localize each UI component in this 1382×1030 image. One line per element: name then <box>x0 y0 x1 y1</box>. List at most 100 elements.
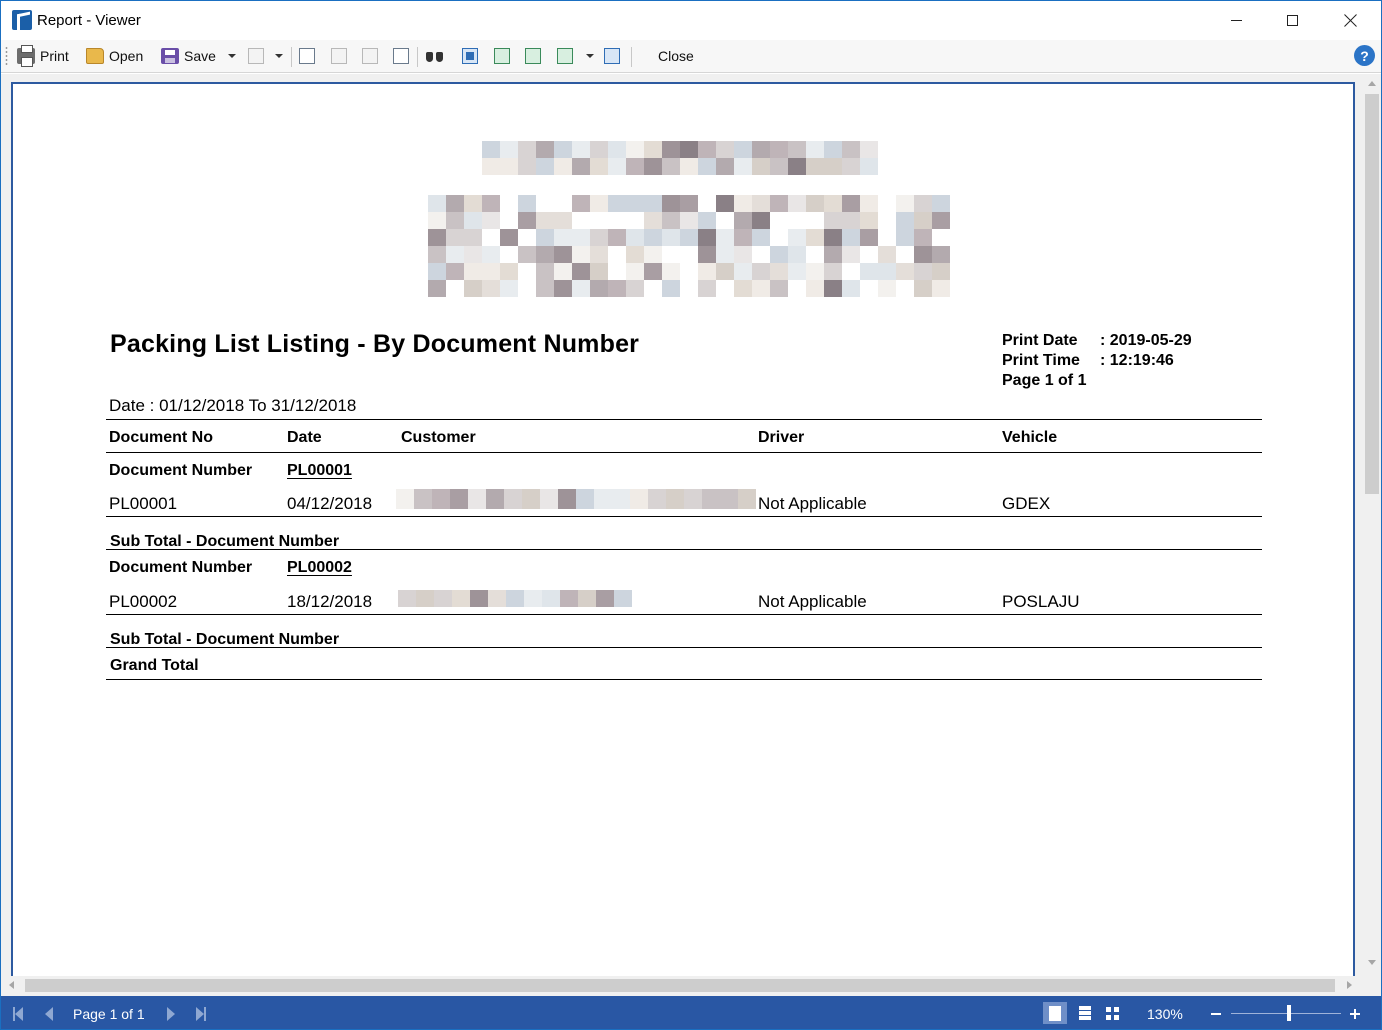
save-dropdown-button[interactable] <box>228 44 236 68</box>
save-label: Save <box>184 48 216 64</box>
close-window-button[interactable] <box>1327 1 1373 40</box>
report-page: Packing List Listing - By Document Numbe… <box>11 82 1355 982</box>
header-divider <box>106 452 1262 453</box>
column-header-driver: Driver <box>758 429 805 446</box>
print-time-value: : 12:19:46 <box>1100 352 1174 369</box>
chevron-down-icon <box>275 54 283 58</box>
title-bar: Report - Viewer <box>1 1 1381 40</box>
last-page-icon[interactable] <box>196 1007 206 1021</box>
zoom-in-icon[interactable] <box>1350 1009 1360 1019</box>
toolbar-separator <box>417 47 418 67</box>
column-header-customer: Customer <box>401 429 476 446</box>
chevron-down-icon <box>586 54 594 58</box>
print-time-label: Print Time <box>1002 352 1080 369</box>
open-button[interactable]: Open <box>86 44 143 68</box>
continuous-pages-icon <box>1079 1006 1091 1020</box>
two-pages-icon[interactable] <box>525 48 541 64</box>
save-button[interactable]: Save <box>161 44 216 68</box>
column-header-date: Date <box>287 429 322 446</box>
redacted-company-address <box>428 195 950 297</box>
row-divider <box>106 614 1262 615</box>
floppy-disk-icon <box>161 48 179 64</box>
print-date-value: : 2019-05-29 <box>1100 332 1192 349</box>
printer-icon <box>17 45 35 67</box>
zoom-slider[interactable] <box>1231 1013 1341 1014</box>
group-value: PL00002 <box>287 559 352 576</box>
row-driver: Not Applicable <box>758 592 867 611</box>
group-value: PL00001 <box>287 462 352 479</box>
row-doc-no: PL00002 <box>109 592 178 611</box>
previous-page-icon[interactable] <box>45 1007 53 1021</box>
row-divider <box>106 647 1262 648</box>
scroll-right-icon[interactable] <box>1347 981 1352 989</box>
group-label: Document Number <box>109 559 253 576</box>
scroll-up-icon[interactable] <box>1368 81 1376 86</box>
first-page-icon[interactable] <box>13 1007 23 1021</box>
single-page-view-button[interactable] <box>1043 1002 1067 1024</box>
zoom-out-icon[interactable] <box>1211 1013 1221 1015</box>
multiple-pages-icon[interactable] <box>557 48 573 64</box>
page-indicator[interactable]: Page 1 of 1 <box>73 1006 145 1022</box>
scroll-left-icon[interactable] <box>9 981 14 989</box>
vertical-scroll-thumb[interactable] <box>1365 94 1379 494</box>
column-header-vehicle: Vehicle <box>1002 429 1058 446</box>
maximize-button[interactable] <box>1269 1 1315 40</box>
row-divider <box>106 549 1262 550</box>
multiple-pages-icon <box>1105 1006 1119 1020</box>
single-page-icon <box>1049 1005 1061 1021</box>
toolbar-separator <box>291 47 292 67</box>
continuous-view-button[interactable] <box>1073 1002 1097 1024</box>
zoom-level: 130% <box>1147 1006 1183 1022</box>
next-page-icon[interactable] <box>167 1007 175 1021</box>
header-divider <box>106 419 1262 420</box>
vertical-scrollbar[interactable] <box>1363 74 1381 976</box>
report-viewer-window: Report - Viewer Print Open Save Close ? … <box>0 0 1382 1030</box>
print-button[interactable]: Print <box>17 44 69 68</box>
close-report-button[interactable]: Close <box>658 44 694 68</box>
redacted-customer <box>398 590 632 607</box>
send-email-icon[interactable] <box>248 48 264 64</box>
full-screen-icon[interactable] <box>462 48 478 64</box>
zoom-dropdown-button[interactable] <box>586 44 594 68</box>
toolbar-separator <box>631 47 632 67</box>
horizontal-scroll-thumb[interactable] <box>25 979 1335 992</box>
close-icon <box>1344 14 1357 27</box>
open-label: Open <box>109 48 144 64</box>
row-doc-no: PL00001 <box>109 494 178 513</box>
toolbar: Print Open Save Close ? <box>1 40 1381 73</box>
row-divider <box>106 516 1262 517</box>
editor-icon[interactable] <box>393 48 409 64</box>
grand-total-divider <box>106 679 1262 680</box>
row-vehicle: GDEX <box>1002 494 1051 513</box>
toolbar-grip[interactable] <box>5 46 8 66</box>
report-title: Packing List Listing - By Document Numbe… <box>110 330 640 358</box>
bookmarks-icon[interactable] <box>299 48 315 64</box>
report-viewport: Packing List Listing - By Document Numbe… <box>1 74 1381 996</box>
row-date: 18/12/2018 <box>287 592 373 611</box>
single-page-icon[interactable] <box>494 48 510 64</box>
page-width-icon[interactable] <box>604 48 620 64</box>
redacted-customer <box>396 489 756 509</box>
parameters-icon[interactable] <box>331 48 347 64</box>
scroll-down-icon[interactable] <box>1368 960 1376 965</box>
help-icon[interactable]: ? <box>1354 45 1375 66</box>
grand-total-label: Grand Total <box>110 657 199 674</box>
thumbnails-icon[interactable] <box>362 48 378 64</box>
send-dropdown-button[interactable] <box>275 44 283 68</box>
zoom-slider-thumb[interactable] <box>1287 1005 1292 1021</box>
row-vehicle: POSLAJU <box>1002 592 1080 611</box>
minimize-button[interactable] <box>1213 1 1259 40</box>
maximize-icon <box>1286 15 1298 26</box>
status-bar: Page 1 of 1 130% <box>1 996 1381 1029</box>
print-label: Print <box>40 48 69 64</box>
column-header-document-no: Document No <box>109 429 213 446</box>
multiple-pages-view-button[interactable] <box>1100 1002 1124 1024</box>
row-driver: Not Applicable <box>758 494 867 513</box>
row-date: 04/12/2018 <box>287 494 373 513</box>
redacted-company-name <box>482 141 878 175</box>
horizontal-scrollbar[interactable] <box>1 976 1363 994</box>
group-label: Document Number <box>109 462 253 479</box>
window-title: Report - Viewer <box>37 12 141 29</box>
page-info: Page 1 of 1 <box>1002 372 1087 389</box>
binoculars-icon[interactable] <box>426 49 444 63</box>
